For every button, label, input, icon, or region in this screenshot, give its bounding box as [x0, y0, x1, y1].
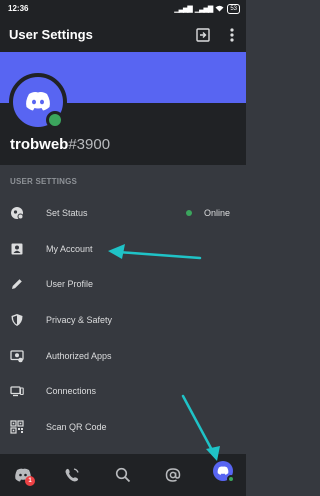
section-header: USER SETTINGS — [10, 177, 78, 186]
menu-item-label: Scan QR Code — [46, 421, 107, 432]
search-icon[interactable] — [114, 466, 132, 484]
wifi-icon — [215, 5, 224, 14]
profile-icon — [217, 466, 229, 475]
notification-badge: 1 — [25, 476, 35, 486]
logout-icon[interactable] — [195, 27, 211, 43]
menu-item-label: User Profile — [46, 279, 94, 290]
status-icon — [11, 206, 24, 220]
shield-icon — [11, 313, 23, 326]
menu-item-label: My Account — [46, 243, 93, 254]
more-options-icon[interactable] — [225, 27, 239, 43]
account-icon — [11, 243, 23, 255]
online-status-dot — [46, 111, 64, 129]
status-icons: ▁▃▅▇ ▁▃▅▇ 53 — [174, 4, 240, 14]
battery-icon: 53 — [227, 4, 240, 14]
page-title: User Settings — [9, 27, 93, 42]
menu-item-my-account[interactable]: My Account — [0, 231, 246, 267]
menu-item-scan-qr[interactable]: Scan QR Code — [0, 409, 246, 445]
username-discriminator: #3900 — [68, 136, 111, 153]
menu-item-set-status[interactable]: Set Status Online — [0, 195, 246, 231]
settings-menu: Set Status Online My Account User Profil… — [0, 195, 246, 445]
signal-icon-2: ▁▃▅▇ — [194, 6, 214, 13]
status-bar: 12:36 ▁▃▅▇ ▁▃▅▇ 53 — [0, 0, 246, 18]
pencil-icon — [12, 279, 22, 290]
menu-item-label: Connections — [46, 386, 97, 397]
username-name: trobweb — [10, 136, 69, 153]
qr-code-icon — [10, 420, 24, 434]
menu-item-privacy-safety[interactable]: Privacy & Safety — [0, 302, 246, 338]
connections-icon — [10, 386, 24, 397]
menu-item-label: Set Status — [46, 207, 88, 218]
apps-icon — [10, 349, 24, 362]
nav-online-dot — [227, 475, 235, 483]
bottom-nav — [0, 454, 246, 496]
username: trobweb#3900 — [10, 136, 110, 153]
menu-item-connections[interactable]: Connections — [0, 373, 246, 409]
friends-icon[interactable] — [63, 466, 81, 484]
status-time: 12:36 — [8, 4, 29, 13]
menu-item-authorized-apps[interactable]: Authorized Apps — [0, 338, 246, 374]
menu-item-user-profile[interactable]: User Profile — [0, 266, 246, 302]
app-header: User Settings — [0, 18, 246, 52]
status-value: Online — [204, 207, 231, 218]
menu-item-label: Authorized Apps — [46, 350, 112, 361]
signal-icon: ▁▃▅▇ — [174, 6, 193, 13]
discord-logo-icon — [26, 92, 50, 111]
menu-item-label: Privacy & Safety — [46, 314, 113, 325]
online-dot — [186, 209, 192, 216]
mentions-icon[interactable] — [164, 466, 182, 484]
